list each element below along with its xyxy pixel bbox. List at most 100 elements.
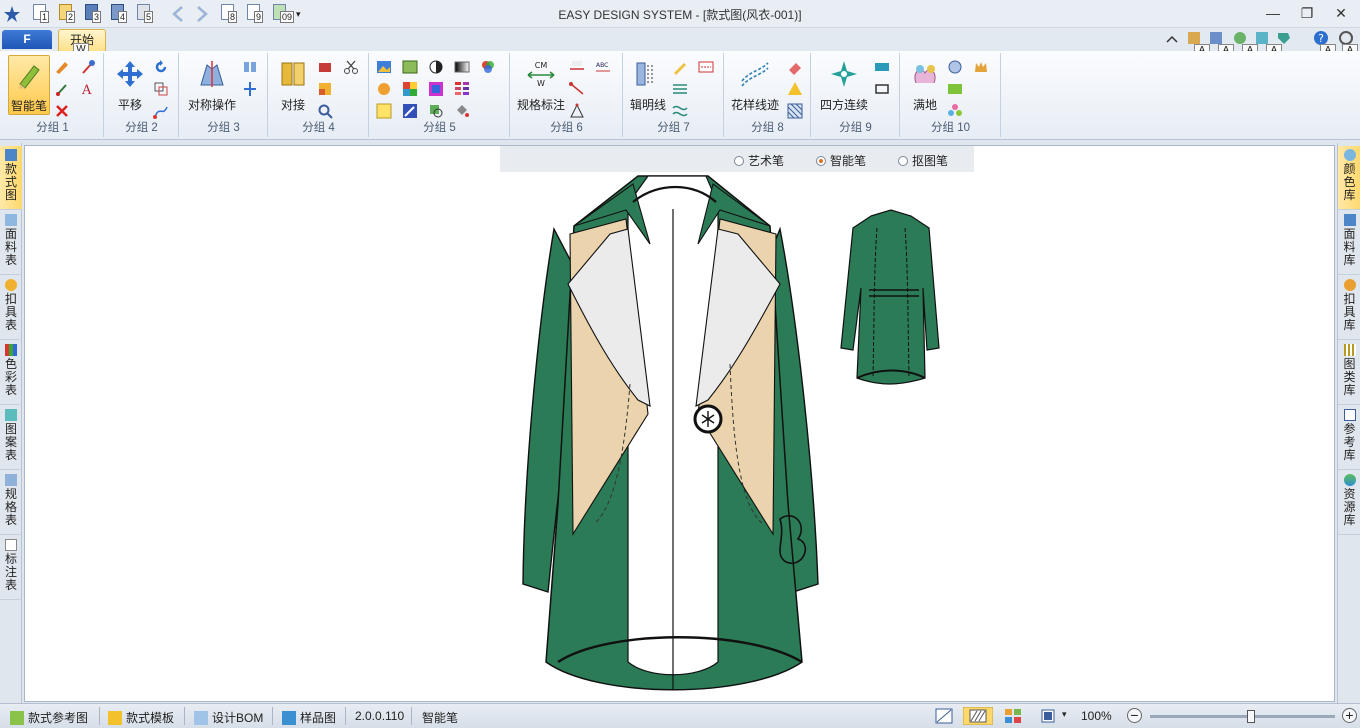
pin-pen-icon[interactable]: [80, 59, 96, 75]
pencil-icon[interactable]: [54, 59, 70, 75]
tab-color-table[interactable]: 色彩表: [0, 341, 22, 405]
tab-reference-library[interactable]: 参考库: [1338, 406, 1360, 470]
close-button[interactable]: ✕: [1330, 4, 1352, 22]
leader-line-icon[interactable]: [569, 81, 585, 97]
layer-icon[interactable]: [428, 103, 444, 119]
coat-back-thumbnail[interactable]: [839, 208, 949, 388]
mirror-icon[interactable]: [242, 59, 258, 75]
green-pattern-icon[interactable]: [947, 81, 963, 97]
topstitch-icon: [636, 62, 653, 86]
tab-style-drawing[interactable]: 款式图: [0, 146, 22, 210]
tab-graphic-library[interactable]: 图类库: [1338, 341, 1360, 405]
style-template-icon: [108, 710, 122, 725]
gradient-icon[interactable]: [454, 59, 470, 75]
restore-button[interactable]: ❐: [1296, 4, 1318, 22]
tab-spec-table[interactable]: 规格表: [0, 471, 22, 535]
stamp-icon[interactable]: [317, 59, 333, 75]
hue-icon[interactable]: [428, 81, 444, 97]
curve-path-icon[interactable]: [153, 103, 169, 119]
image-insert-icon[interactable]: [376, 59, 392, 75]
wave-line-icon[interactable]: [672, 103, 688, 119]
grid-paper-icon[interactable]: [376, 103, 392, 119]
grid-view-icon[interactable]: [1004, 708, 1022, 724]
color-balance-icon[interactable]: [480, 59, 496, 75]
zoom-in-button[interactable]: +: [1342, 708, 1357, 723]
four-way-repeat-button[interactable]: 四方连续: [814, 55, 874, 115]
design-canvas[interactable]: [24, 145, 1335, 702]
style-template-button[interactable]: 款式模板: [108, 709, 174, 726]
tab-fabric-library[interactable]: 面料库: [1338, 211, 1360, 275]
design-bom-button[interactable]: 设计BOM: [194, 709, 263, 726]
scale-icon[interactable]: [153, 81, 169, 97]
page-view-icon[interactable]: [1040, 708, 1056, 724]
cutout-pen-radio[interactable]: 抠图笔: [898, 152, 948, 169]
eraser-pen-icon[interactable]: [672, 59, 688, 75]
swatch-grid-icon[interactable]: [454, 81, 470, 97]
symmetric-op-button[interactable]: 对称操作: [184, 55, 240, 115]
size-annotation-button[interactable]: CM W 规格标注: [513, 55, 569, 115]
tab-color-library[interactable]: 颜色库: [1338, 146, 1360, 210]
join-button[interactable]: 对接: [275, 55, 311, 115]
brush-icon[interactable]: [54, 81, 70, 97]
ribbon-group-4: 对接 分组 4: [269, 53, 369, 137]
file-tab[interactable]: F: [2, 30, 52, 49]
group-2-label: 分组 2: [125, 122, 158, 134]
image-frame-icon[interactable]: [402, 59, 418, 75]
lace-pattern-icon[interactable]: [947, 59, 963, 75]
tab-fabric-table[interactable]: 面料表: [0, 211, 22, 275]
pattern-stitch-button[interactable]: 花样线迹: [727, 55, 783, 115]
zoom-out-button[interactable]: −: [1127, 708, 1142, 723]
line-styles-icon[interactable]: [672, 81, 688, 97]
coat-front-drawing[interactable]: [518, 174, 838, 704]
tab-pattern-table[interactable]: 图案表: [0, 406, 22, 470]
dimension-cm-icon[interactable]: [569, 59, 585, 75]
paint-bucket-icon[interactable]: [454, 103, 470, 119]
minimize-button[interactable]: —: [1262, 4, 1284, 22]
mosaic-icon[interactable]: [402, 81, 418, 97]
contrast-icon[interactable]: [428, 59, 444, 75]
scissors-icon[interactable]: [343, 59, 359, 75]
tab-annotation-table[interactable]: 标注表: [0, 536, 22, 600]
delete-icon[interactable]: [54, 103, 70, 119]
rotate-icon[interactable]: [153, 59, 169, 75]
allover-button[interactable]: 满地: [905, 55, 945, 115]
smart-pen-button[interactable]: 智能笔: [8, 55, 50, 115]
style-reference-button[interactable]: 款式参考图: [10, 709, 88, 726]
text-tool-icon[interactable]: A: [80, 81, 96, 97]
pattern-strip-icon[interactable]: [874, 59, 890, 75]
fill-shape-icon[interactable]: [317, 81, 333, 97]
angle-icon[interactable]: [569, 103, 585, 119]
zoom-find-icon[interactable]: [317, 103, 333, 119]
tab-graphic-library-label: 图类库: [1343, 357, 1356, 397]
page-view-dropdown-icon[interactable]: ▾: [1062, 709, 1067, 720]
hatch-icon[interactable]: [787, 103, 803, 119]
collapse-ribbon-icon[interactable]: [1166, 34, 1178, 44]
eraser-icon[interactable]: [787, 59, 803, 75]
tab-fastener-library[interactable]: 扣具库: [1338, 276, 1360, 340]
design-bom-icon: [194, 710, 208, 725]
slash-view-icon[interactable]: [935, 708, 953, 724]
tab-fastener-table[interactable]: 扣具表: [0, 276, 22, 340]
move-button[interactable]: 平移: [111, 55, 149, 115]
status-divider: [184, 707, 185, 725]
abc-label-icon[interactable]: ABC: [595, 59, 611, 75]
status-divider: [411, 707, 412, 725]
art-pen-radio[interactable]: 艺术笔: [734, 152, 784, 169]
tab-resource-library[interactable]: 资源库: [1338, 471, 1360, 535]
stitch-pattern-icon[interactable]: [698, 59, 714, 75]
align-icon[interactable]: [242, 81, 258, 97]
sample-image-button[interactable]: 样品图: [282, 709, 336, 726]
allover-label: 满地: [912, 98, 937, 112]
ribbon-group-3: 对称操作 分组 3: [180, 53, 268, 137]
border-icon[interactable]: [874, 81, 890, 97]
zoom-slider-thumb[interactable]: [1247, 710, 1256, 723]
zoom-slider[interactable]: [1150, 710, 1335, 723]
crown-pattern-icon[interactable]: [973, 59, 989, 75]
topstitch-button[interactable]: 辑明线: [626, 55, 670, 115]
magic-wand-icon[interactable]: [402, 103, 418, 119]
flower-pattern-icon[interactable]: [947, 103, 963, 119]
warning-fill-icon[interactable]: [787, 81, 803, 97]
smart-pen-radio[interactable]: 智能笔: [816, 152, 866, 169]
hatch-view-icon[interactable]: [963, 707, 993, 725]
pattern-circle-icon[interactable]: [376, 81, 392, 97]
